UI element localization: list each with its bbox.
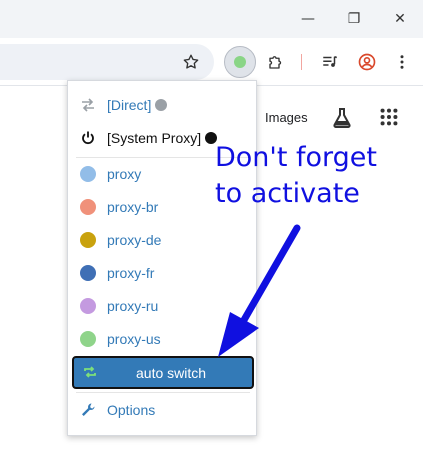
menu-item-direct-label: [Direct]	[107, 97, 152, 113]
bookmark-star-button[interactable]	[179, 50, 203, 74]
menu-item-proxy-ru[interactable]: proxy-ru	[68, 291, 258, 321]
globe-icon	[80, 265, 96, 281]
auto-switch-icon	[84, 366, 96, 378]
google-apps-button[interactable]	[378, 106, 402, 130]
minimize-button[interactable]: —	[285, 0, 331, 38]
menu-divider	[76, 392, 250, 393]
title-bar: — ❐ ✕	[0, 0, 423, 38]
toolbar-divider	[301, 54, 302, 70]
menu-item-proxy-ru-label: proxy-ru	[107, 298, 159, 314]
browser-toolbar	[0, 38, 423, 86]
menu-item-proxy-label: proxy	[107, 166, 142, 182]
minimize-icon: —	[301, 11, 315, 27]
wrench-icon	[82, 403, 95, 416]
menu-item-options[interactable]: Options	[68, 395, 258, 425]
annotation-text: Don't forget to activate	[215, 140, 415, 212]
menu-kebab-icon	[400, 55, 404, 69]
menu-item-proxy-us[interactable]: proxy-us	[68, 324, 258, 354]
close-icon: ✕	[394, 11, 406, 27]
apps-grid-icon	[380, 108, 398, 126]
menu-item-system-proxy-label: [System Proxy]	[107, 130, 202, 146]
close-window-button[interactable]: ✕	[377, 0, 423, 38]
menu-item-auto-switch-label: auto switch	[136, 365, 207, 381]
media-control-icon	[323, 56, 337, 67]
menu-item-proxy-fr-label: proxy-fr	[107, 265, 155, 281]
profile-button[interactable]	[355, 50, 379, 74]
power-icon	[82, 131, 94, 145]
flask-icon	[333, 108, 351, 128]
maximize-button[interactable]: ❐	[331, 0, 377, 38]
extensions-button[interactable]	[264, 50, 288, 74]
annotation-line-2: to activate	[215, 178, 360, 209]
media-control-button[interactable]	[318, 50, 342, 74]
menu-item-proxy-us-label: proxy-us	[107, 331, 161, 347]
direct-arrows-icon	[82, 98, 94, 112]
globe-icon	[80, 232, 96, 248]
browser-menu-button[interactable]	[390, 50, 414, 74]
globe-icon	[80, 331, 96, 347]
menu-item-proxy-fr[interactable]: proxy-fr	[68, 258, 258, 288]
menu-item-auto-switch[interactable]: auto switch	[72, 356, 254, 389]
star-icon	[183, 54, 199, 69]
menu-item-proxy-de[interactable]: proxy-de	[68, 225, 258, 255]
labs-button[interactable]	[330, 106, 354, 130]
menu-item-options-label: Options	[107, 402, 156, 418]
maximize-icon: ❐	[347, 11, 361, 27]
proxy-extension-button[interactable]	[224, 46, 256, 78]
profile-icon	[358, 53, 376, 71]
annotation-line-1: Don't forget	[215, 142, 377, 173]
globe-icon	[80, 166, 96, 182]
menu-item-direct[interactable]: [Direct]	[68, 90, 258, 120]
globe-icon	[80, 199, 96, 215]
menu-item-proxy-br-label: proxy-br	[107, 199, 159, 215]
globe-icon	[80, 298, 96, 314]
proxy-extension-icon	[234, 56, 246, 68]
globe-icon	[155, 99, 168, 111]
menu-item-proxy-de-label: proxy-de	[107, 232, 162, 248]
images-link[interactable]: Images	[265, 110, 308, 125]
proxy-switch-popup: [Direct] [System Proxy] proxy proxy-br p…	[67, 80, 257, 436]
extensions-puzzle-icon	[269, 56, 282, 69]
